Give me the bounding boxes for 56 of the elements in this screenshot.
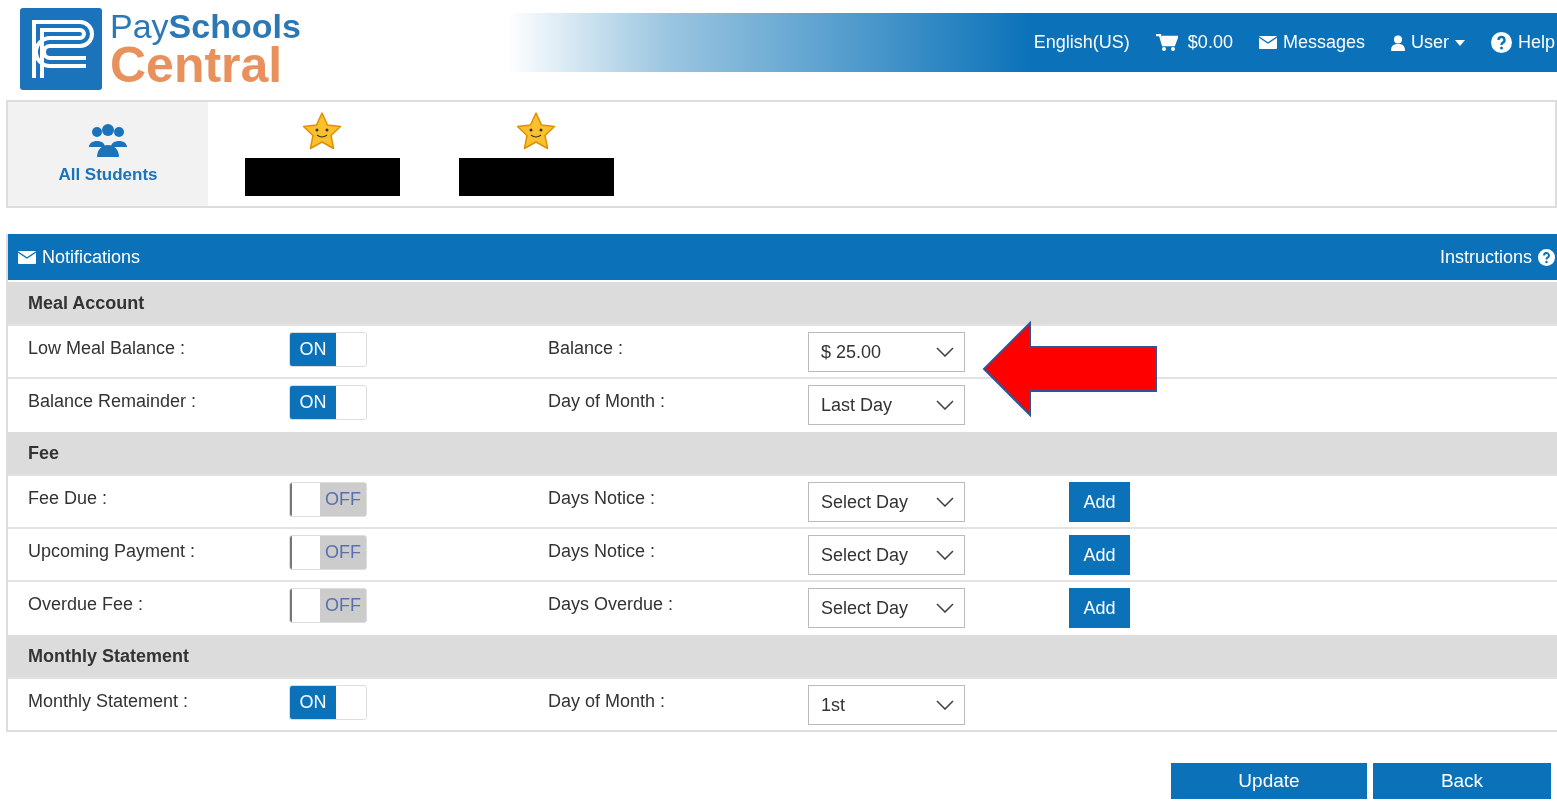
logo-icon — [20, 8, 102, 90]
toggle-switch[interactable]: ON — [289, 385, 367, 420]
field-label: Days Notice : — [548, 541, 657, 562]
setting-label: Low Meal Balance : — [28, 338, 187, 359]
toggle-switch[interactable]: OFF — [289, 535, 367, 570]
chevron-down-icon — [936, 497, 954, 507]
panel-title: Notifications — [42, 246, 141, 268]
nav-link[interactable]: Help — [1490, 32, 1555, 53]
user-icon — [1390, 34, 1405, 51]
chevron-down-icon — [936, 550, 954, 560]
field-label: Day of Month : — [548, 691, 667, 712]
section-header: Meal Account — [8, 280, 1557, 324]
setting-label: Monthly Statement : — [28, 691, 190, 712]
setting-label: Overdue Fee : — [28, 594, 145, 615]
toggle-switch[interactable]: ON — [289, 332, 367, 367]
nav-link[interactable]: Messages — [1258, 32, 1365, 53]
footer-button[interactable]: Update — [1171, 763, 1367, 799]
mail-icon — [1258, 36, 1277, 49]
section-header: Monthly Statement — [8, 633, 1557, 677]
star-icon — [516, 112, 556, 150]
chevron-down-icon — [936, 603, 954, 613]
caret-icon — [1454, 39, 1465, 46]
setting-label: Fee Due : — [28, 488, 109, 509]
field-label: Days Overdue : — [548, 594, 675, 615]
dropdown[interactable]: 1st — [808, 685, 965, 725]
instructions-link[interactable]: Instructions — [1439, 246, 1555, 268]
student-tab[interactable]: All Students — [8, 102, 208, 206]
group-icon — [89, 123, 127, 157]
add-button[interactable]: Add — [1069, 535, 1130, 575]
setting-label: Balance Remainder : — [28, 391, 198, 412]
field-label: Balance : — [548, 338, 625, 359]
dropdown[interactable]: Last Day — [808, 385, 965, 425]
help-icon — [1490, 32, 1512, 53]
toggle-switch[interactable]: OFF — [289, 482, 367, 517]
dropdown[interactable]: $ 25.00 — [808, 332, 965, 372]
nav-link[interactable]: User — [1390, 32, 1465, 53]
nav-link[interactable]: $0.00 — [1155, 32, 1233, 53]
toggle-switch[interactable]: OFF — [289, 588, 367, 623]
chevron-down-icon — [936, 700, 954, 710]
add-button[interactable]: Add — [1069, 482, 1130, 522]
chevron-down-icon — [936, 347, 954, 357]
field-label: Days Notice : — [548, 488, 657, 509]
toggle-switch[interactable]: ON — [289, 685, 367, 720]
chevron-down-icon — [936, 400, 954, 410]
nav-link[interactable]: English(US) — [1033, 32, 1130, 53]
field-label: Day of Month : — [548, 391, 667, 412]
dropdown[interactable]: Select Day — [808, 482, 965, 522]
add-button[interactable]: Add — [1069, 588, 1130, 628]
setting-label: Upcoming Payment : — [28, 541, 197, 562]
star-icon — [302, 112, 342, 150]
dropdown[interactable]: Select Day — [808, 535, 965, 575]
dropdown[interactable]: Select Day — [808, 588, 965, 628]
cart-icon — [1155, 33, 1178, 52]
section-header: Fee — [8, 430, 1557, 474]
mail-icon — [18, 250, 36, 264]
footer-button[interactable]: Back — [1373, 763, 1551, 799]
